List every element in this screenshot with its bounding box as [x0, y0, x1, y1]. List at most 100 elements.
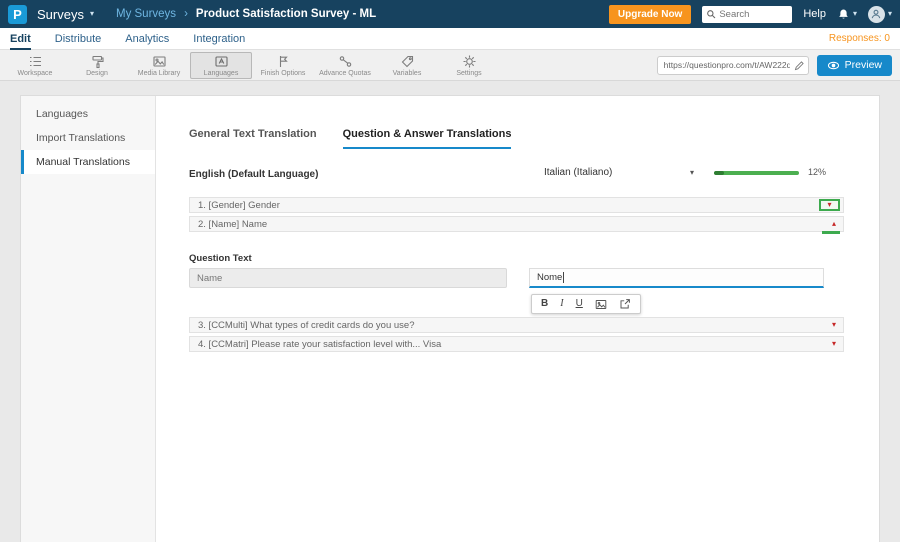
expand-caret-icon[interactable]: ▾: [832, 340, 836, 348]
tab-distribute[interactable]: Distribute: [55, 28, 101, 50]
tab-question-answer-translations[interactable]: Question & Answer Translations: [342, 128, 512, 149]
toolbar-item-workspace[interactable]: Workspace: [4, 51, 66, 80]
toolbar-item-label: Variables: [392, 69, 422, 77]
translation-tabs: General Text Translation Question & Answ…: [189, 128, 512, 149]
finish-options-icon: [276, 54, 291, 69]
product-menu[interactable]: Surveys ▾: [37, 7, 94, 22]
question-row-ccmulti[interactable]: 3. [CCMulti] What types of credit cards …: [189, 317, 844, 333]
chevron-down-icon: ▾: [689, 168, 694, 177]
account-menu[interactable]: ▾: [867, 5, 892, 23]
sidebar-item-import-translations[interactable]: Import Translations: [21, 126, 155, 150]
translations-panel: General Text Translation Question & Answ…: [156, 96, 879, 542]
upgrade-button[interactable]: Upgrade Now: [608, 4, 692, 24]
external-link-button[interactable]: [619, 298, 631, 310]
sidebar-item-languages[interactable]: Languages: [21, 102, 155, 126]
search-input[interactable]: [719, 8, 790, 20]
ribbon-toolbar: Workspace Design Media Library Languages…: [0, 50, 900, 81]
toolbar-item-label: Settings: [456, 69, 482, 77]
toolbar-item-advance-quotas[interactable]: Advance Quotas: [314, 51, 376, 80]
variables-icon: [400, 54, 415, 69]
main-card: Languages Import Translations Manual Tra…: [20, 95, 880, 542]
translation-progress-percent: 12%: [808, 167, 827, 177]
expand-caret-icon[interactable]: ▾: [832, 321, 836, 329]
advance-quotas-icon: [338, 54, 353, 69]
workspace-icon: [28, 54, 43, 69]
source-language-label: English (Default Language): [189, 169, 319, 180]
bold-button[interactable]: B: [541, 299, 548, 309]
question-row-label: 3. [CCMulti] What types of credit cards …: [198, 319, 415, 331]
preview-button[interactable]: Preview: [816, 54, 892, 76]
survey-url-box: [656, 55, 809, 75]
question-row-ccmatri[interactable]: 4. [CCMatri] Please rate your satisfacti…: [189, 336, 844, 352]
expand-caret-icon[interactable]: ▾: [827, 201, 831, 209]
question-text-label: Question Text: [189, 253, 252, 264]
preview-label: Preview: [844, 59, 882, 71]
text-cursor: [563, 272, 565, 283]
tab-analytics[interactable]: Analytics: [125, 28, 169, 50]
notifications-button[interactable]: ▾: [837, 8, 857, 21]
breadcrumb: My Surveys › Product Satisfaction Survey…: [116, 8, 376, 20]
product-label: Surveys: [37, 6, 84, 22]
search-icon: [706, 9, 716, 19]
eye-icon: [827, 60, 840, 71]
topbar: P Surveys ▾ My Surveys › Product Satisfa…: [0, 0, 900, 28]
translations-sidebar: Languages Import Translations Manual Tra…: [21, 96, 156, 542]
toolbar-item-media-library[interactable]: Media Library: [128, 51, 190, 80]
question-row-label: 4. [CCMatri] Please rate your satisfacti…: [198, 338, 442, 350]
question-list: 1. [Gender] Gender ▾ 2. [Name] Name ▴ Qu…: [189, 197, 844, 355]
italic-button[interactable]: I: [560, 299, 563, 309]
avatar: [867, 5, 885, 23]
toolbar-item-settings[interactable]: Settings: [438, 51, 500, 80]
toolbar-item-label: Finish Options: [260, 69, 306, 77]
languages-icon: [214, 54, 229, 69]
chevron-down-icon: ▾: [887, 9, 892, 18]
toolbar-item-languages[interactable]: Languages: [190, 51, 252, 79]
toolbar-item-finish-options[interactable]: Finish Options: [252, 51, 314, 80]
media-library-icon: [152, 54, 167, 69]
survey-url-input[interactable]: [656, 55, 809, 75]
tab-integration[interactable]: Integration: [193, 28, 245, 50]
source-text-field: Name: [189, 268, 507, 288]
highlight-underline: [822, 231, 840, 234]
search-box[interactable]: [702, 5, 793, 23]
chevron-down-icon: ▾: [89, 9, 94, 18]
tab-general-text-translation[interactable]: General Text Translation: [189, 128, 317, 149]
app-logo[interactable]: P: [8, 4, 27, 24]
breadcrumb-my-surveys[interactable]: My Surveys: [116, 8, 176, 20]
topbar-actions: Upgrade Now Help ▾ ▾: [608, 4, 892, 24]
underline-button[interactable]: U: [576, 299, 583, 309]
collapse-caret-icon[interactable]: ▴: [832, 220, 836, 228]
help-link[interactable]: Help: [803, 8, 826, 20]
toolbar-item-label: Design: [86, 69, 108, 77]
highlight-box: ▾: [819, 199, 840, 211]
format-toolbar: B I U: [531, 294, 641, 314]
toolbar-item-label: Workspace: [17, 69, 53, 77]
toolbar-item-label: Media Library: [137, 69, 181, 77]
breadcrumb-current-survey: Product Satisfaction Survey - ML: [195, 8, 377, 20]
question-row-gender[interactable]: 1. [Gender] Gender ▾: [189, 197, 844, 213]
translation-text-input[interactable]: Nome: [529, 268, 824, 288]
toolbar-item-design[interactable]: Design: [66, 51, 128, 80]
translation-progress-bar: [714, 171, 799, 175]
question-row-label: 2. [Name] Name: [198, 218, 268, 230]
translation-text-value: Nome: [537, 272, 563, 283]
target-language-value: Italian (Italiano): [544, 167, 613, 178]
chevron-down-icon: ▾: [852, 9, 857, 18]
edit-url-icon[interactable]: [794, 60, 805, 71]
tab-edit[interactable]: Edit: [10, 28, 31, 50]
responses-count: Responses: 0: [828, 33, 890, 44]
ribbon-right: Preview: [656, 54, 896, 76]
source-text-value: Name: [197, 272, 223, 284]
breadcrumb-separator-icon: ›: [184, 8, 188, 20]
target-language-dropdown[interactable]: Italian (Italiano) ▾: [544, 167, 694, 178]
section-nav: Edit Distribute Analytics Integration Re…: [0, 28, 900, 50]
translation-progress-fill: [714, 171, 725, 175]
gear-icon: [462, 54, 477, 69]
question-editor: Question Text Name Nome B I U: [189, 231, 844, 317]
question-row-name[interactable]: 2. [Name] Name ▴: [189, 216, 844, 232]
sidebar-item-manual-translations[interactable]: Manual Translations: [21, 150, 155, 174]
insert-image-button[interactable]: [595, 299, 607, 310]
question-row-label: 1. [Gender] Gender: [198, 199, 280, 211]
toolbar-item-label: Languages: [203, 69, 239, 77]
toolbar-item-variables[interactable]: Variables: [376, 51, 438, 80]
